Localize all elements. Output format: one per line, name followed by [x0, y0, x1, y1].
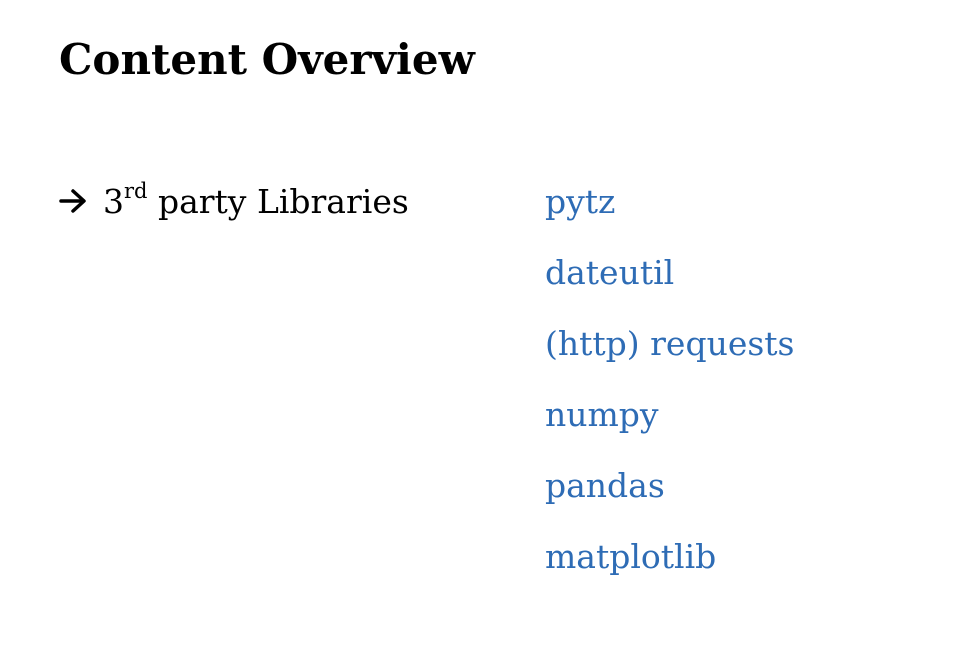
topic-line: 3rd party Libraries: [59, 176, 409, 228]
ordinal-number: 3: [103, 182, 124, 221]
library-item-requests: (http) requests: [545, 324, 795, 363]
slide-title: Content Overview: [59, 35, 475, 84]
arrow-right-icon: [59, 188, 89, 214]
library-list: pytz dateutil (http) requests numpy pand…: [545, 176, 794, 602]
library-item-matplotlib: matplotlib: [545, 537, 717, 576]
slide: Content Overview 3rd party Libraries pyt…: [0, 0, 962, 651]
library-item-pytz: pytz: [545, 182, 616, 221]
library-item-pandas: pandas: [545, 466, 665, 505]
library-item-numpy: numpy: [545, 395, 659, 434]
ordinal-suffix: rd: [124, 179, 148, 203]
library-item-dateutil: dateutil: [545, 253, 675, 292]
topic-text: party Libraries: [147, 182, 409, 221]
